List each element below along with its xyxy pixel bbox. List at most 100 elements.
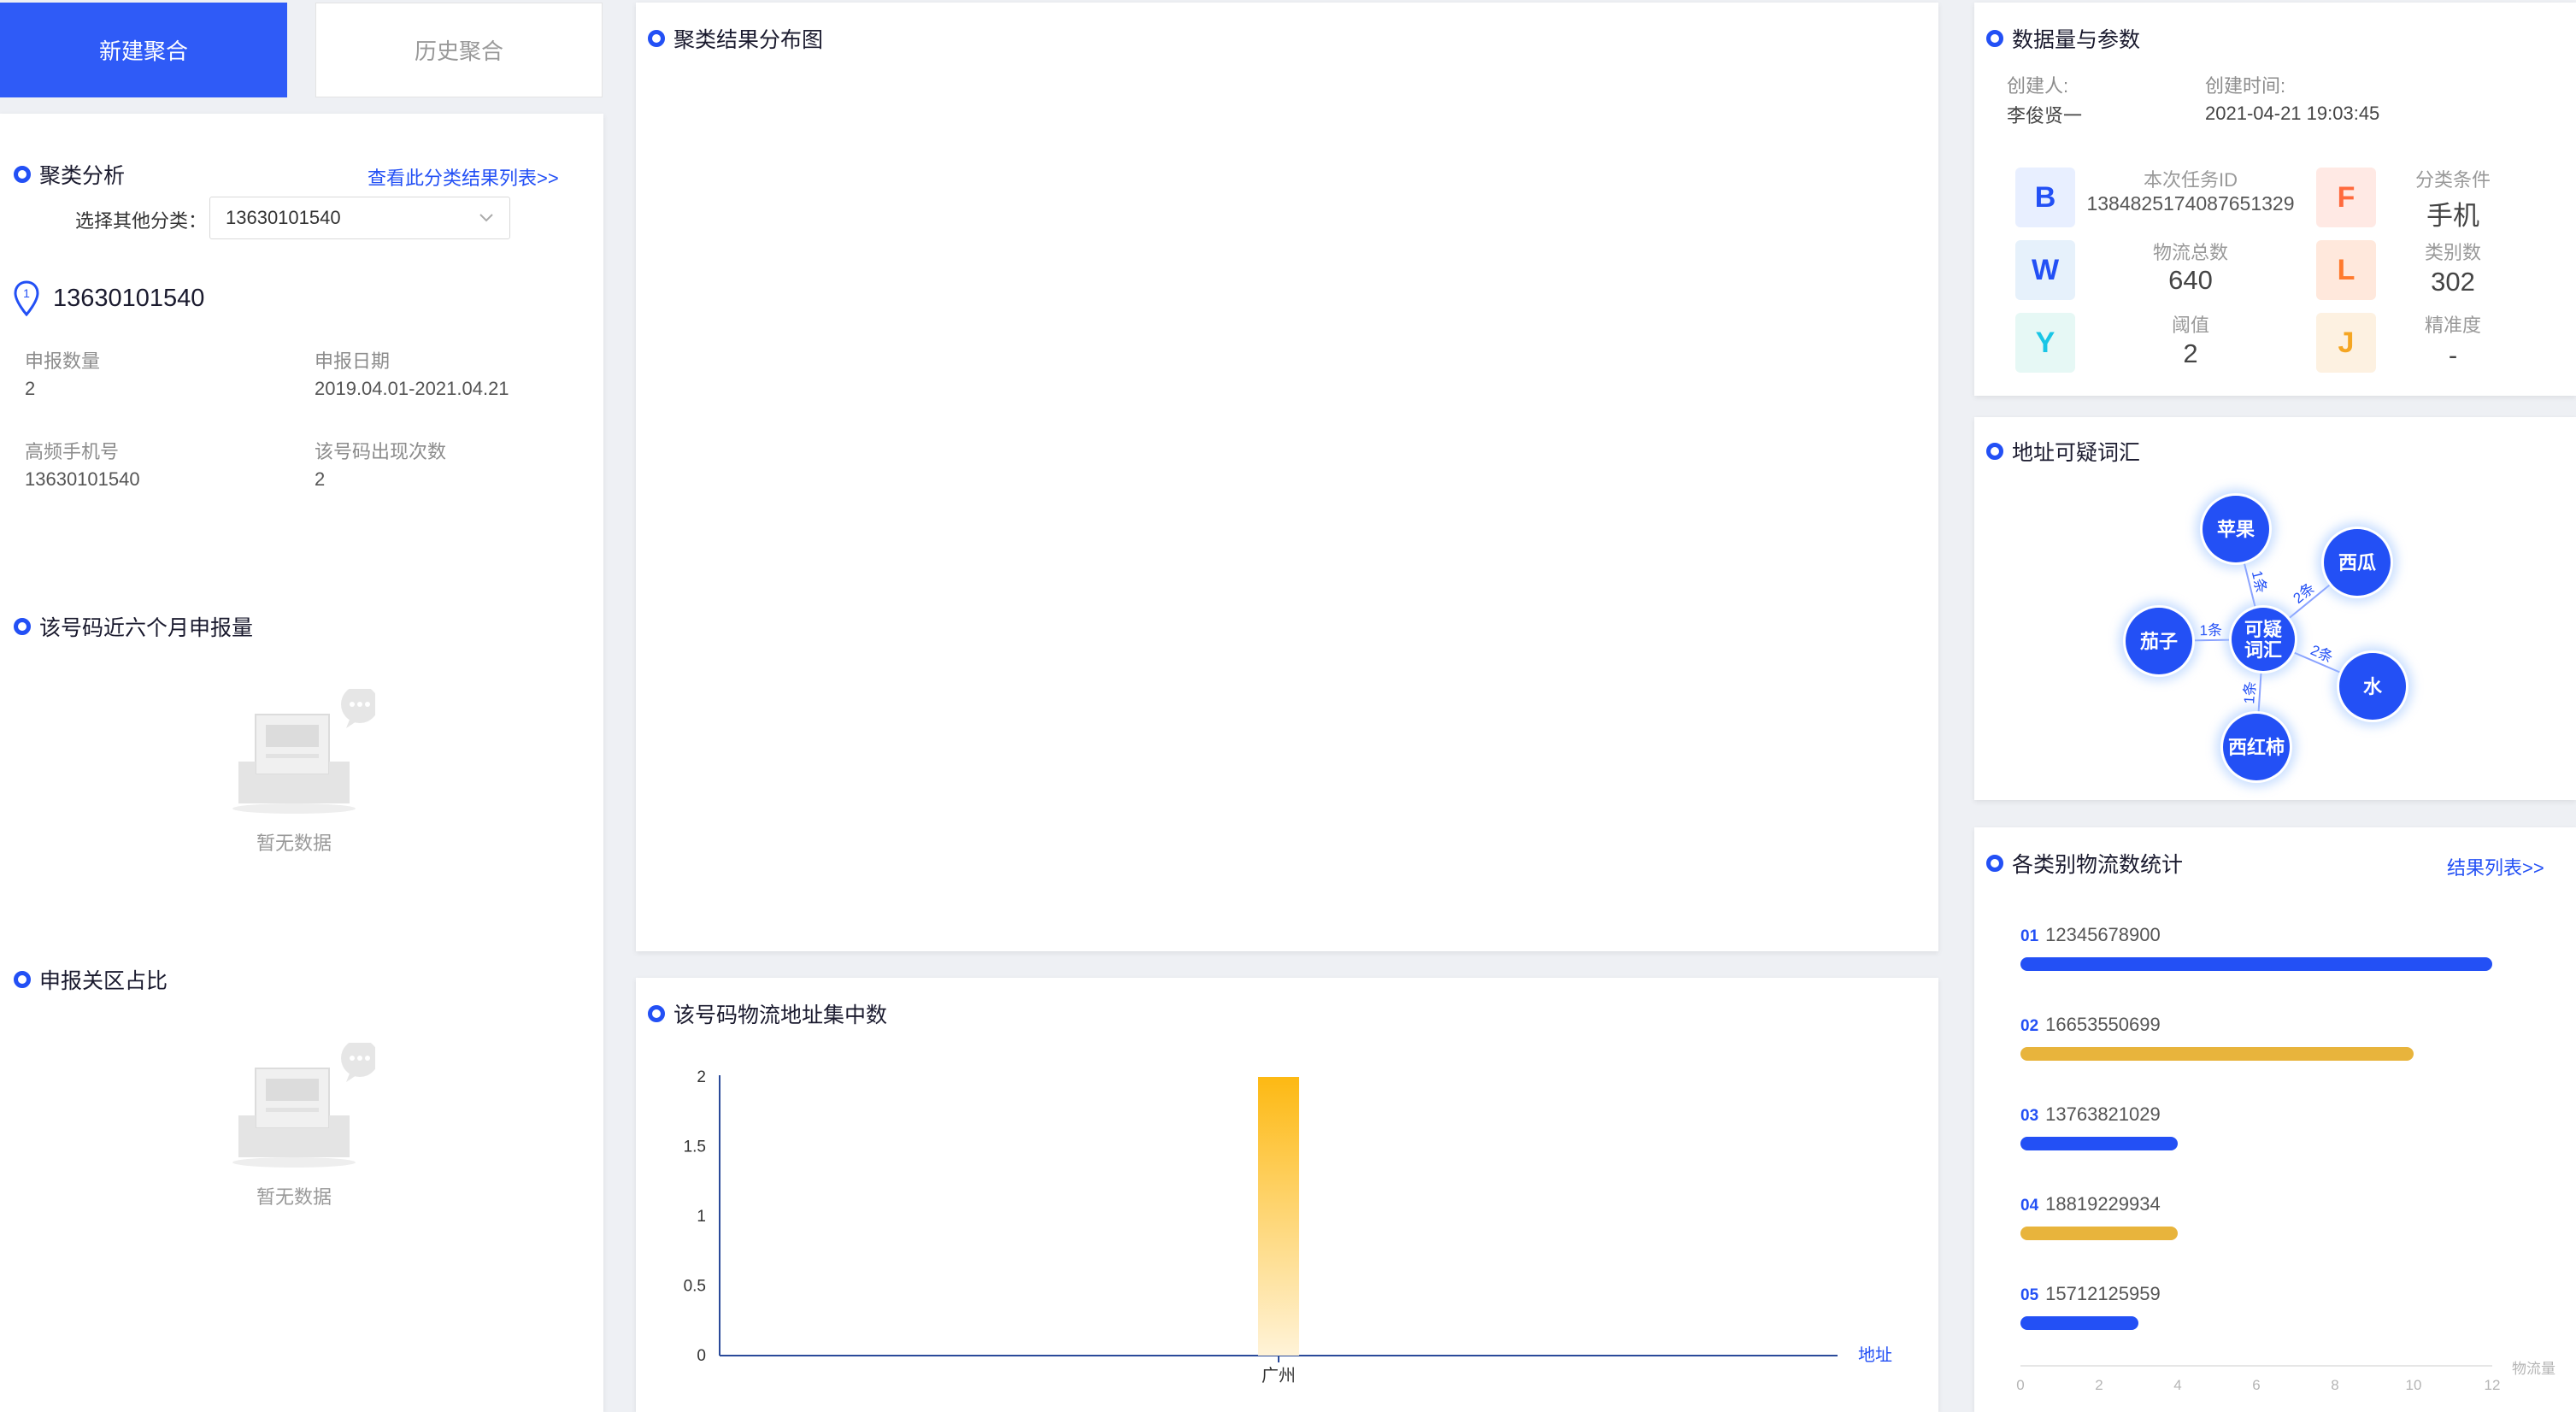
graph-node-label: 西红柿 [2228, 737, 2285, 758]
suspicious-panel: 地址可疑词汇 1条 2条 1条 2条 1条 苹果 西瓜 茄子水西红柿 可疑 词汇 [1974, 417, 2576, 800]
title-dot-icon [14, 166, 31, 183]
param-label: 分类条件 [2414, 169, 2491, 191]
ranking-bar[interactable] [2020, 1227, 2178, 1240]
report-date-value: 2019.04.01-2021.04.21 [315, 378, 509, 399]
six-month-title: 该号码近六个月申报量 [14, 611, 253, 642]
param-value: 2 [2183, 338, 2198, 368]
title-dot-icon [648, 30, 665, 47]
title-dot-icon [14, 618, 31, 635]
title-dot-icon [1986, 30, 2003, 47]
appear-count-value: 2 [315, 468, 326, 490]
param-tile-y-icon: Y [2015, 313, 2075, 373]
param-value: 302 [2431, 267, 2475, 297]
customs-ratio-empty-text: 暂无数据 [256, 1186, 332, 1208]
select-category-label: 选择其他分类： [75, 210, 208, 232]
ranking-bar[interactable] [2020, 1137, 2178, 1150]
edge-label: 1条 [2241, 680, 2259, 704]
edge-label: 1条 [2199, 622, 2222, 638]
param-label: 阈值 [2171, 315, 2209, 336]
ranking-number: 05 [2020, 1286, 2039, 1304]
graph-node-label: 水 [2363, 676, 2383, 697]
ranking-bar[interactable] [2020, 1047, 2414, 1061]
param-value: 手机 [2426, 201, 2479, 231]
x-tick-label: 0 [2016, 1377, 2025, 1393]
y-tick-label: 1 [697, 1208, 706, 1226]
graph-center-node-label: 词汇 [2244, 639, 2282, 661]
ranking-number: 04 [2020, 1197, 2039, 1215]
ranking-row[interactable]: 04 18819229934 [2020, 1193, 2161, 1215]
param-tile-j-icon: J [2316, 313, 2376, 373]
y-tick-label: 0 [697, 1347, 706, 1365]
y-tick-label: 1.5 [684, 1138, 706, 1156]
report-date-label: 申报日期 [315, 350, 391, 372]
graph-node-label: 茄子 [2140, 631, 2178, 652]
report-count-value: 2 [25, 378, 36, 399]
ranking-phone: 13763821029 [2045, 1103, 2161, 1125]
x-tick-label: 8 [2331, 1377, 2339, 1393]
chevron-down-icon [479, 214, 493, 222]
category-select[interactable]: 13630101540 [209, 197, 510, 239]
x-tick-label: 4 [2173, 1377, 2182, 1393]
param-tile-l-icon: L [2316, 240, 2376, 300]
new-aggregation-tab[interactable]: 新建聚合 [0, 3, 287, 97]
empty-inbox-icon [232, 1039, 379, 1168]
frequent-phone-value: 13630101540 [25, 468, 140, 490]
creator-value: 李俊贤一 [2007, 105, 2083, 126]
view-cluster-list-link[interactable]: 查看此分类结果列表>> [368, 163, 559, 191]
cluster-analysis-title: 聚类分析 [14, 159, 125, 190]
bar-广州[interactable] [1258, 1077, 1299, 1356]
distribution-panel: 聚类结果分布图 [636, 3, 1938, 951]
frequent-phone-label: 高频手机号 [25, 441, 120, 462]
title-dot-icon [14, 971, 31, 988]
x-tick-label: 广州 [1262, 1366, 1296, 1386]
param-label: 本次任务ID [2143, 169, 2238, 191]
ranking-number: 03 [2020, 1107, 2039, 1125]
graph-node-label: 苹果 [2217, 519, 2255, 540]
customs-ratio-empty: 暂无数据 [209, 1039, 379, 1209]
y-tick-label: 2 [697, 1068, 706, 1086]
title-dot-icon [1986, 855, 2003, 872]
ranking-x-axis [2020, 1365, 2492, 1367]
logistics-stats-title: 各类别物流数统计 [1986, 848, 2183, 879]
history-aggregation-tab[interactable]: 历史聚合 [315, 3, 603, 97]
ranking-phone: 16653550699 [2045, 1014, 2161, 1035]
x-tick-label: 6 [2252, 1377, 2261, 1393]
customs-ratio-title: 申报关区占比 [14, 964, 168, 995]
ranking-phone: 18819229934 [2045, 1193, 2161, 1215]
params-title: 数据量与参数 [1986, 23, 2140, 54]
suspicious-word-graph[interactable]: 1条 2条1条2条1条苹果西瓜茄子水西红柿可疑词汇 [1974, 417, 2576, 800]
ranking-row[interactable]: 03 13763821029 [2020, 1103, 2161, 1126]
six-month-empty: 暂无数据 [209, 685, 379, 856]
ranking-row[interactable]: 01 12345678900 [2020, 924, 2161, 946]
x-tick-label: 2 [2095, 1377, 2103, 1393]
param-label: 类别数 [2424, 242, 2481, 263]
appear-count-label: 该号码出现次数 [315, 441, 447, 462]
location-pin-icon: 1 [14, 280, 39, 316]
ranking-row[interactable]: 05 15712125959 [2020, 1283, 2161, 1305]
param-tile-w-icon: W [2015, 240, 2075, 300]
address-concentration-chart: 0 0.5 1 1.5 2 广州 地址 [684, 1068, 1892, 1386]
x-axis-label: 物流量 [2512, 1361, 2555, 1377]
left-panel: 聚类分析 查看此分类结果列表>> 选择其他分类： 13630101540 1 1… [0, 114, 603, 1412]
ranking-bar[interactable] [2020, 957, 2492, 971]
ranking-bar[interactable] [2020, 1316, 2138, 1330]
graph-center-node-label: 可疑 [2244, 619, 2282, 640]
distribution-chart-area[interactable] [653, 71, 1921, 934]
param-value: 640 [2168, 265, 2213, 295]
phone-header: 1 13630101540 [14, 280, 204, 316]
x-tick-label: 12 [2484, 1377, 2501, 1393]
ranking-number: 02 [2020, 1017, 2039, 1035]
report-count-label: 申报数量 [25, 350, 101, 372]
param-tile-f-icon: F [2316, 168, 2376, 227]
empty-inbox-icon [232, 685, 379, 814]
create-time-value: 2021-04-21 19:03:45 [2205, 103, 2380, 124]
edge-label: 2条 [2290, 580, 2318, 606]
param-tile-b-icon: B [2015, 168, 2075, 227]
ranking-row[interactable]: 02 16653550699 [2020, 1014, 2161, 1036]
result-list-link[interactable]: 结果列表>> [2447, 853, 2544, 880]
x-axis-label: 地址 [1858, 1345, 1892, 1365]
param-label: 精准度 [2424, 315, 2481, 336]
param-value: 1384825174087651329 [2086, 192, 2295, 215]
cluster-phone: 13630101540 [53, 284, 205, 312]
pin-number: 1 [23, 286, 30, 300]
